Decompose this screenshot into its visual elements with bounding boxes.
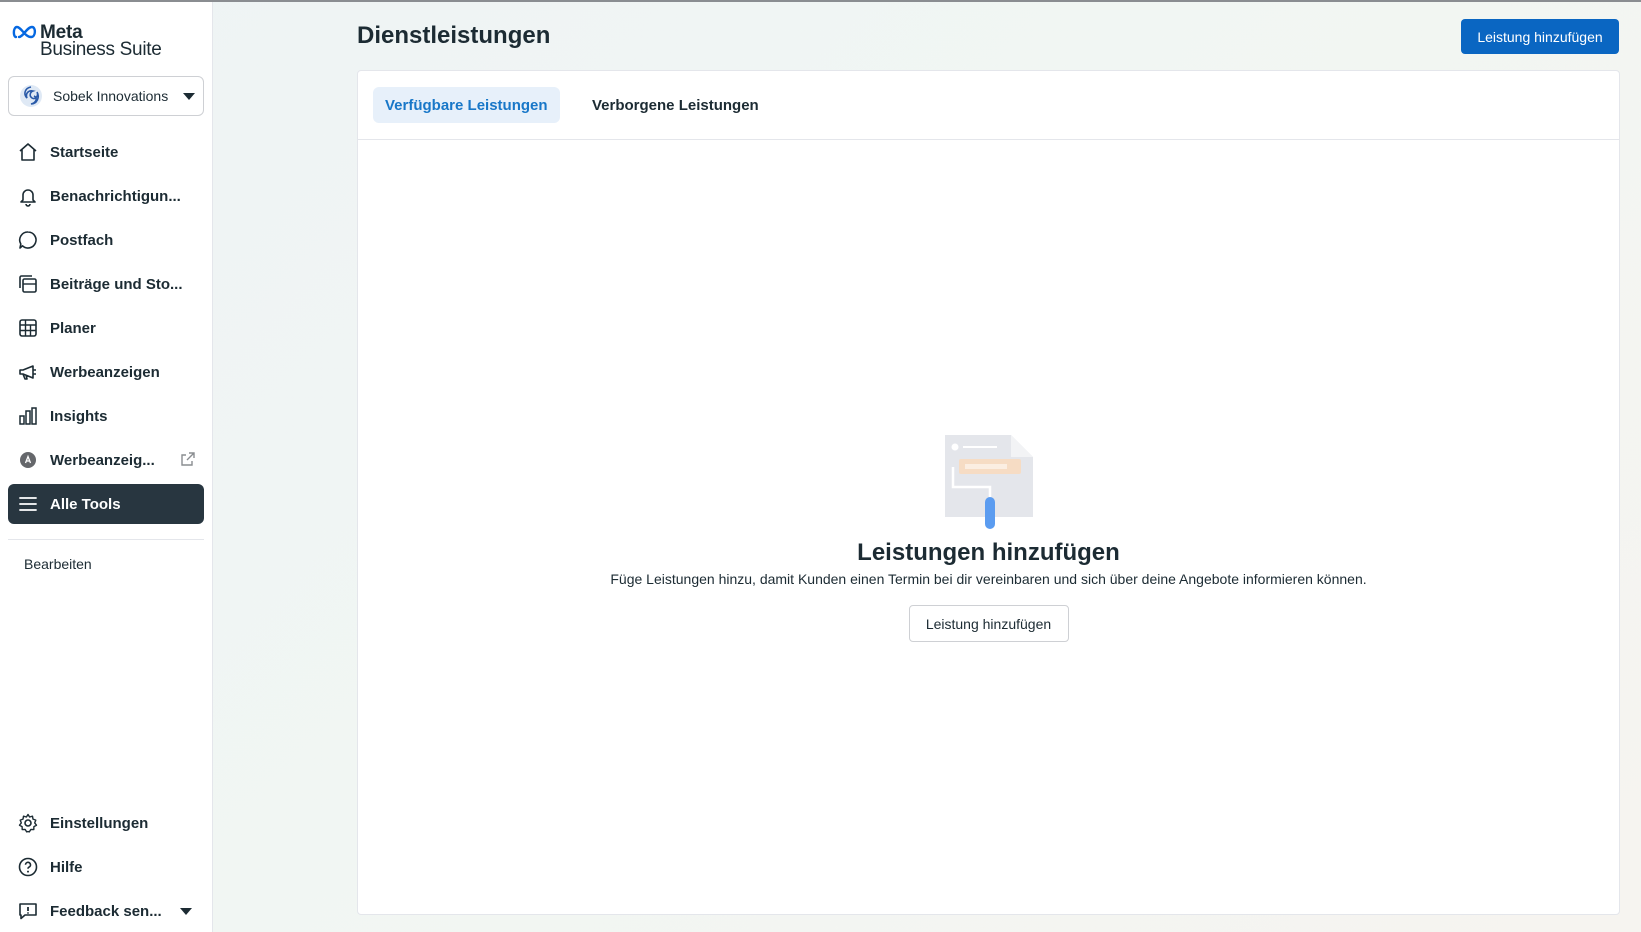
- chevron-down-icon[interactable]: [180, 908, 192, 915]
- sidebar-item-einstellungen[interactable]: Einstellungen: [8, 803, 204, 843]
- gear-icon: [17, 812, 39, 834]
- meta-business-suite-logo[interactable]: Meta Business Suite: [12, 22, 202, 62]
- ads-manager-icon: [17, 449, 39, 471]
- account-avatar-icon: [20, 85, 42, 107]
- posts-icon: [17, 273, 39, 295]
- account-name: Sobek Innovations: [53, 88, 169, 104]
- sidebar-bottom-nav: Einstellungen Hilfe Feedback sen...: [8, 803, 204, 932]
- empty-state-description: Füge Leistungen hinzu, damit Kunden eine…: [610, 571, 1367, 587]
- page-title: Dienstleistungen: [357, 22, 551, 49]
- sidebar-item-werbeanzeigenmanager[interactable]: Werbeanzeig...: [8, 440, 204, 480]
- sidebar-item-alle-tools[interactable]: Alle Tools: [8, 484, 204, 524]
- sidebar-item-startseite[interactable]: Startseite: [8, 132, 204, 172]
- sidebar-item-label: Postfach: [50, 231, 114, 249]
- empty-state-title: Leistungen hinzufügen: [857, 539, 1120, 566]
- sidebar-item-label: Insights: [50, 407, 108, 425]
- tab-hidden-services[interactable]: Verborgene Leistungen: [580, 87, 771, 123]
- external-link-icon: [180, 451, 196, 472]
- sidebar-item-label: Beiträge und Sto...: [50, 275, 183, 293]
- sidebar-item-label: Alle Tools: [50, 495, 121, 513]
- sidebar-divider: [8, 539, 204, 540]
- sidebar-item-label: Werbeanzeig...: [50, 451, 155, 469]
- sidebar-item-insights[interactable]: Insights: [8, 396, 204, 436]
- sidebar-item-werbeanzeigen[interactable]: Werbeanzeigen: [8, 352, 204, 392]
- sidebar-item-label: Planer: [50, 319, 96, 337]
- add-service-button[interactable]: Leistung hinzufügen: [1461, 19, 1619, 54]
- calendar-grid-icon: [17, 317, 39, 339]
- sidebar-item-feedback[interactable]: Feedback sen...: [8, 891, 204, 931]
- meta-infinity-icon: [12, 25, 37, 39]
- chevron-down-icon: [183, 92, 195, 100]
- sidebar-nav: Startseite Benachrichtigun... Postfach B…: [8, 132, 204, 528]
- sidebar-item-benachrichtigungen[interactable]: Benachrichtigun...: [8, 176, 204, 216]
- sidebar-item-label: Einstellungen: [50, 814, 149, 832]
- sidebar-item-label: Feedback sen...: [50, 902, 162, 920]
- sidebar-item-label: Startseite: [50, 143, 119, 161]
- sidebar-item-label: Benachrichtigun...: [50, 187, 181, 205]
- help-icon: [17, 856, 39, 878]
- chat-bubble-icon: [17, 229, 39, 251]
- sidebar-item-label: Werbeanzeigen: [50, 363, 160, 381]
- services-card: Verfügbare Leistungen Verborgene Leistun…: [357, 70, 1620, 915]
- sidebar-item-postfach[interactable]: Postfach: [8, 220, 204, 260]
- sidebar-item-planer[interactable]: Planer: [8, 308, 204, 348]
- sidebar: Meta Business Suite Sobek Innovations St…: [0, 2, 213, 932]
- sidebar-item-label: Hilfe: [50, 858, 83, 876]
- window-top-border: [0, 0, 1641, 2]
- tab-available-services[interactable]: Verfügbare Leistungen: [373, 87, 560, 123]
- brand-line2: Business Suite: [40, 39, 162, 60]
- bar-chart-icon: [17, 405, 39, 427]
- home-icon: [17, 141, 39, 163]
- megaphone-icon: [17, 361, 39, 383]
- empty-state: Leistungen hinzufügen Füge Leistungen hi…: [358, 431, 1619, 642]
- feedback-icon: [17, 900, 39, 922]
- edit-link[interactable]: Bearbeiten: [24, 556, 92, 572]
- add-service-secondary-button[interactable]: Leistung hinzufügen: [908, 605, 1069, 642]
- sidebar-item-hilfe[interactable]: Hilfe: [8, 847, 204, 887]
- sidebar-item-beitraege[interactable]: Beiträge und Sto...: [8, 264, 204, 304]
- account-switcher[interactable]: Sobek Innovations: [8, 76, 204, 116]
- menu-icon: [17, 493, 39, 515]
- tab-bar: Verfügbare Leistungen Verborgene Leistun…: [358, 71, 1619, 140]
- bell-icon: [17, 185, 39, 207]
- paint-roller-illustration-icon: [944, 435, 1033, 529]
